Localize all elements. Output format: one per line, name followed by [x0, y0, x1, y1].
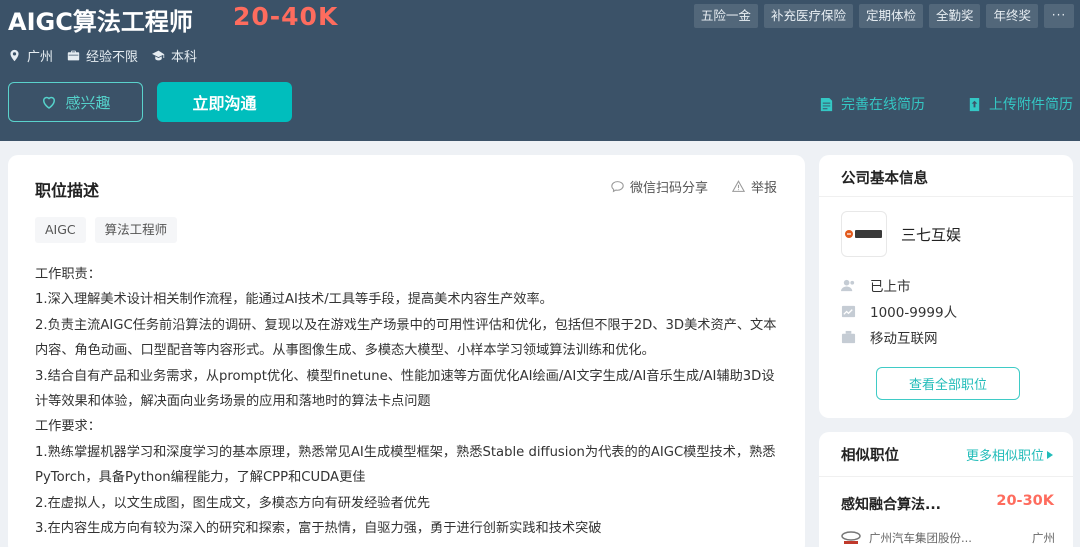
chart-icon	[841, 305, 856, 317]
upload-file-icon	[969, 97, 980, 111]
interest-button[interactable]: 感兴趣	[8, 82, 143, 122]
wechat-share-button[interactable]: 微信扫码分享	[611, 177, 708, 196]
interest-button-label: 感兴趣	[65, 93, 111, 112]
benefit-tag: 五险一金	[693, 4, 758, 28]
meta-city: 广州	[8, 46, 53, 65]
warning-icon	[731, 180, 745, 192]
car-logo-icon	[841, 531, 861, 544]
complete-resume-link[interactable]: 完善在线简历	[819, 94, 925, 114]
description-line: 3.结合自有产品和业务需求，从prompt优化、模型finetune、性能加速等…	[35, 368, 775, 410]
company-section-title: 公司基本信息	[819, 155, 1073, 197]
caret-right-icon	[1047, 450, 1053, 459]
description-line: 工作职责：	[35, 267, 101, 282]
company-stage-label: 已上市	[870, 279, 911, 295]
job-description-text: 工作职责： 1.深入理解美术设计相关制作流程，能通过AI技术/工具等手段，提高美…	[35, 262, 785, 541]
heart-icon	[43, 96, 56, 109]
benefit-tag: 定期体检	[858, 4, 923, 28]
meta-education: 本科	[152, 46, 197, 65]
job-title: AIGC算法工程师	[8, 8, 193, 36]
job-header: AIGC算法工程师 20-40K 五险一金 补充医疗保险 定期体检 全勤奖 年终…	[0, 0, 1080, 141]
similar-job-title[interactable]: 感知融合算法...	[841, 494, 941, 514]
job-salary: 20-40K	[233, 2, 339, 31]
similar-jobs-card: 相似职位 更多相似职位 感知融合算法... 20-30K 广州汽车集团股份...…	[819, 432, 1073, 547]
divider	[819, 476, 1073, 477]
company-logo[interactable]	[841, 211, 887, 257]
company-info-card: 公司基本信息 三七互娱 已上市 1000-9999人 移动互联网 查看全部职位	[819, 155, 1073, 418]
description-title: 职位描述	[35, 181, 100, 200]
more-similar-jobs-link[interactable]: 更多相似职位	[966, 445, 1053, 464]
resume-icon	[820, 97, 833, 111]
job-meta: 广州 经验不限 本科	[8, 46, 197, 65]
similar-job-company-row: 广州汽车集团股份... 广州	[841, 530, 1055, 546]
complete-resume-label: 完善在线简历	[841, 97, 925, 113]
company-stage: 已上市	[841, 275, 911, 295]
briefcase-icon	[67, 50, 80, 61]
similar-section-title: 相似职位	[841, 448, 899, 464]
chat-bubble-icon	[611, 181, 624, 193]
keyword-tag: AIGC	[35, 217, 86, 243]
view-all-jobs-button[interactable]: 查看全部职位	[876, 367, 1020, 400]
meta-experience: 经验不限	[67, 46, 138, 65]
description-line: 1.熟练掌握机器学习和深度学习的基本原理，熟悉常见AI生成模型框架，熟悉Stab…	[35, 444, 776, 486]
description-line: 3.在内容生成方向有较为深入的研究和探索，富于热情，自驱力强，勇于进行创新实践和…	[35, 521, 602, 537]
report-button[interactable]: 举报	[731, 177, 777, 196]
company-industry: 移动互联网	[841, 327, 938, 347]
benefit-tags: 五险一金 补充医疗保险 定期体检 全勤奖 年终奖 ···	[693, 4, 1074, 28]
company-logo-mark	[845, 230, 882, 238]
keyword-tag: 算法工程师	[94, 217, 178, 243]
description-line: 1.深入理解美术设计相关制作流程，能通过AI技术/工具等手段，提高美术内容生产效…	[35, 292, 553, 308]
company-size: 1000-9999人	[841, 301, 957, 321]
description-line: 2.负责主流AIGC任务前沿算法的调研、复现以及在游戏生产场景中的可用性评估和优…	[35, 317, 777, 359]
meta-city-label: 广州	[27, 50, 54, 65]
benefit-tag: 全勤奖	[928, 4, 981, 28]
description-actions: 微信扫码分享 举报	[611, 177, 777, 196]
chat-now-button[interactable]: 立即沟通	[157, 82, 292, 122]
keyword-tags: AIGC 算法工程师	[35, 217, 178, 243]
similar-company-logo	[841, 531, 861, 545]
wechat-share-label: 微信扫码分享	[629, 181, 708, 196]
benefit-tag: 年终奖	[986, 4, 1038, 28]
upload-resume-link[interactable]: 上传附件简历	[967, 94, 1073, 114]
meta-experience-label: 经验不限	[86, 50, 139, 65]
description-line: 2.在虚拟人，以文生成图，图生成文，多模态方向有研发经验者优先	[35, 495, 431, 511]
company-size-label: 1000-9999人	[870, 305, 958, 321]
company-name[interactable]: 三七互娱	[901, 224, 961, 245]
industry-icon	[841, 330, 856, 343]
graduation-cap-icon	[152, 50, 165, 61]
location-pin-icon	[10, 49, 19, 62]
upload-resume-label: 上传附件简历	[989, 97, 1073, 113]
report-label: 举报	[750, 181, 777, 196]
description-line: 工作要求：	[35, 419, 101, 435]
benefits-more-button[interactable]: ···	[1044, 4, 1074, 28]
more-similar-label: 更多相似职位	[965, 449, 1044, 464]
users-icon	[841, 279, 855, 291]
company-industry-label: 移动互联网	[870, 331, 938, 347]
similar-job-city: 广州	[1032, 531, 1055, 545]
meta-education-label: 本科	[171, 50, 198, 65]
benefit-tag: 补充医疗保险	[763, 4, 853, 28]
similar-job-company: 广州汽车集团股份...	[869, 531, 972, 545]
similar-job-salary: 20-30K	[996, 493, 1054, 509]
job-description-card: 职位描述 微信扫码分享 举报 AIGC 算法工程师 工作职责： 1.深入理解美术…	[8, 155, 805, 547]
